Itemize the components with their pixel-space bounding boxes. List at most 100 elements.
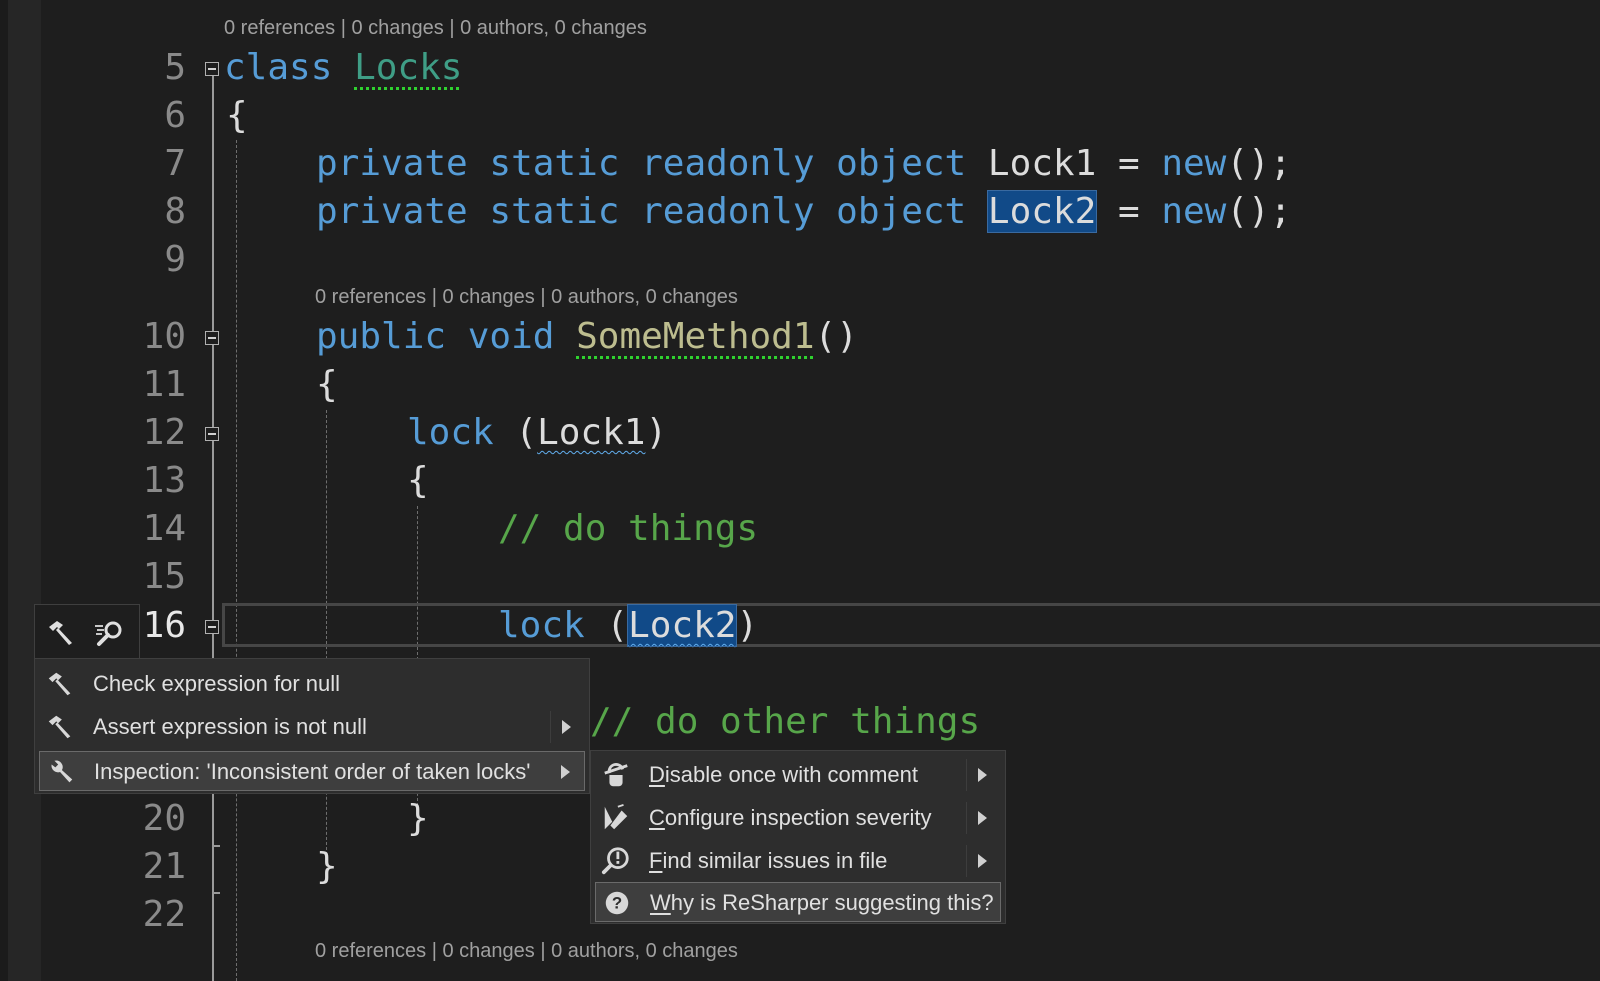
codelens-next[interactable]: 0 references | 0 changes | 0 authors, 0 … <box>315 940 738 963</box>
line-number: 10 <box>142 316 186 357</box>
line-number: 7 <box>164 143 186 184</box>
operator: = <box>1096 143 1162 184</box>
punctuation: ( <box>493 412 538 453</box>
punctuation: ( <box>584 605 629 646</box>
code-line-21: } <box>316 846 338 887</box>
find-issues-icon <box>601 847 629 875</box>
line-number: 15 <box>142 556 186 597</box>
line-number: 21 <box>142 846 186 887</box>
menu-item-label: Check expression for null <box>93 671 341 696</box>
search-quick-fix-icon[interactable] <box>93 617 125 649</box>
line-number: 5 <box>164 47 186 88</box>
line-number: 22 <box>142 894 186 935</box>
hammer-icon <box>48 715 71 739</box>
menu-item-label: Assert expression is not null <box>93 714 367 739</box>
punctuation: (); <box>1226 143 1292 184</box>
keyword: private static readonly object <box>316 143 967 184</box>
action-indicator[interactable] <box>34 604 140 659</box>
line-number: 13 <box>142 460 186 501</box>
line-number: 9 <box>164 239 186 280</box>
indent-guide <box>236 140 237 981</box>
fold-toggle[interactable] <box>205 620 219 634</box>
menu-item-label: Find similar issues in file <box>649 841 887 881</box>
menu-item-label: Inspection: 'Inconsistent order of taken… <box>94 759 531 784</box>
submenu-item-why-suggesting[interactable]: ? Why is ReSharper suggesting this? <box>595 882 1001 922</box>
codelens-method[interactable]: 0 references | 0 changes | 0 authors, 0 … <box>315 286 738 309</box>
punctuation: () <box>814 316 858 357</box>
mnemonic: D <box>649 762 665 787</box>
submenu-arrow-icon[interactable] <box>978 854 987 868</box>
code-line-5: class Locks <box>224 44 462 92</box>
punctuation: ) <box>645 412 668 453</box>
help-icon: ? <box>605 891 629 915</box>
keyword: private static readonly object <box>316 191 967 232</box>
submenu-arrow-icon[interactable] <box>978 768 987 782</box>
fold-toggle[interactable] <box>205 62 219 76</box>
code-line-6: { <box>226 95 248 136</box>
method-name: SomeMethod1 <box>576 316 815 357</box>
wrench-icon <box>51 760 73 783</box>
menu-item-label: Configure inspection severity <box>649 798 931 838</box>
hammer-icon <box>48 672 71 696</box>
code-line-10: public void SomeMethod1() <box>316 313 858 361</box>
operator: = <box>1096 191 1162 232</box>
keyword: class <box>224 47 333 88</box>
disable-comment-icon <box>604 763 628 787</box>
mnemonic: W <box>650 890 671 915</box>
code-line-11: { <box>316 364 338 405</box>
hammer-icon[interactable] <box>45 617 77 649</box>
code-line-20: } <box>407 798 429 839</box>
menu-item-inspection[interactable]: Inspection: 'Inconsistent order of taken… <box>39 751 585 791</box>
keyword: new <box>1161 191 1227 232</box>
label-text: hy is ReSharper suggesting this? <box>670 890 994 915</box>
code-line-18: // do other things <box>590 701 981 742</box>
submenu-item-disable-once[interactable]: Disable once with comment <box>595 755 1001 795</box>
codelens-class[interactable]: 0 references | 0 changes | 0 authors, 0 … <box>224 17 647 40</box>
mnemonic: C <box>649 805 665 830</box>
keyword: public void <box>316 316 555 357</box>
submenu-item-find-similar[interactable]: Find similar issues in file <box>595 841 1001 881</box>
line-number: 12 <box>142 412 186 453</box>
menu-item-label: Why is ReSharper suggesting this? <box>650 883 994 923</box>
menu-item-label: Disable once with comment <box>649 755 918 795</box>
field-name: Lock1 <box>987 143 1097 184</box>
code-line-8: private static readonly object Lock2 = n… <box>316 188 1291 236</box>
code-line-12: lock (Lock1) <box>407 409 667 457</box>
punctuation: (); <box>1226 191 1292 232</box>
submenu-separator <box>966 759 967 791</box>
code-line-7: private static readonly object Lock1 = n… <box>316 140 1291 188</box>
fold-toggle[interactable] <box>205 427 219 441</box>
class-name: Locks <box>354 47 463 88</box>
submenu-arrow-icon[interactable] <box>978 811 987 825</box>
field-name-highlighted: Lock2 <box>986 190 1098 233</box>
label-text: isable once with comment <box>664 762 919 787</box>
submenu-separator <box>550 711 551 743</box>
code-line-16: lock (Lock2) <box>498 602 758 650</box>
code-line-14: // do things <box>498 508 759 549</box>
submenu-separator <box>966 802 967 834</box>
submenu-arrow-icon[interactable] <box>561 765 570 779</box>
keyword: lock <box>498 605 585 646</box>
svg-text:?: ? <box>612 894 622 913</box>
code-line-13: { <box>407 460 429 501</box>
fold-toggle[interactable] <box>205 331 219 345</box>
submenu-separator <box>966 845 967 877</box>
line-number: 14 <box>142 508 186 549</box>
keyword: lock <box>407 412 494 453</box>
quick-fix-menu: Check expression for null Assert express… <box>34 658 590 794</box>
severity-icon <box>604 803 628 830</box>
line-number: 11 <box>142 364 186 405</box>
mnemonic: F <box>649 848 663 873</box>
lock-identifier-selected[interactable]: Lock2 <box>627 604 738 647</box>
line-number: 20 <box>142 798 186 839</box>
punctuation: ) <box>736 605 759 646</box>
line-number: 8 <box>164 191 186 232</box>
menu-item-check-null[interactable]: Check expression for null <box>39 664 585 704</box>
menu-item-assert-not-null[interactable]: Assert expression is not null <box>39 707 585 747</box>
fold-end-tick <box>212 892 220 894</box>
submenu-arrow-icon[interactable] <box>562 720 571 734</box>
fold-end-tick <box>212 845 220 847</box>
line-number: 6 <box>164 95 186 136</box>
submenu-item-configure-severity[interactable]: Configure inspection severity <box>595 798 1001 838</box>
label-text: onfigure inspection severity <box>664 805 932 830</box>
